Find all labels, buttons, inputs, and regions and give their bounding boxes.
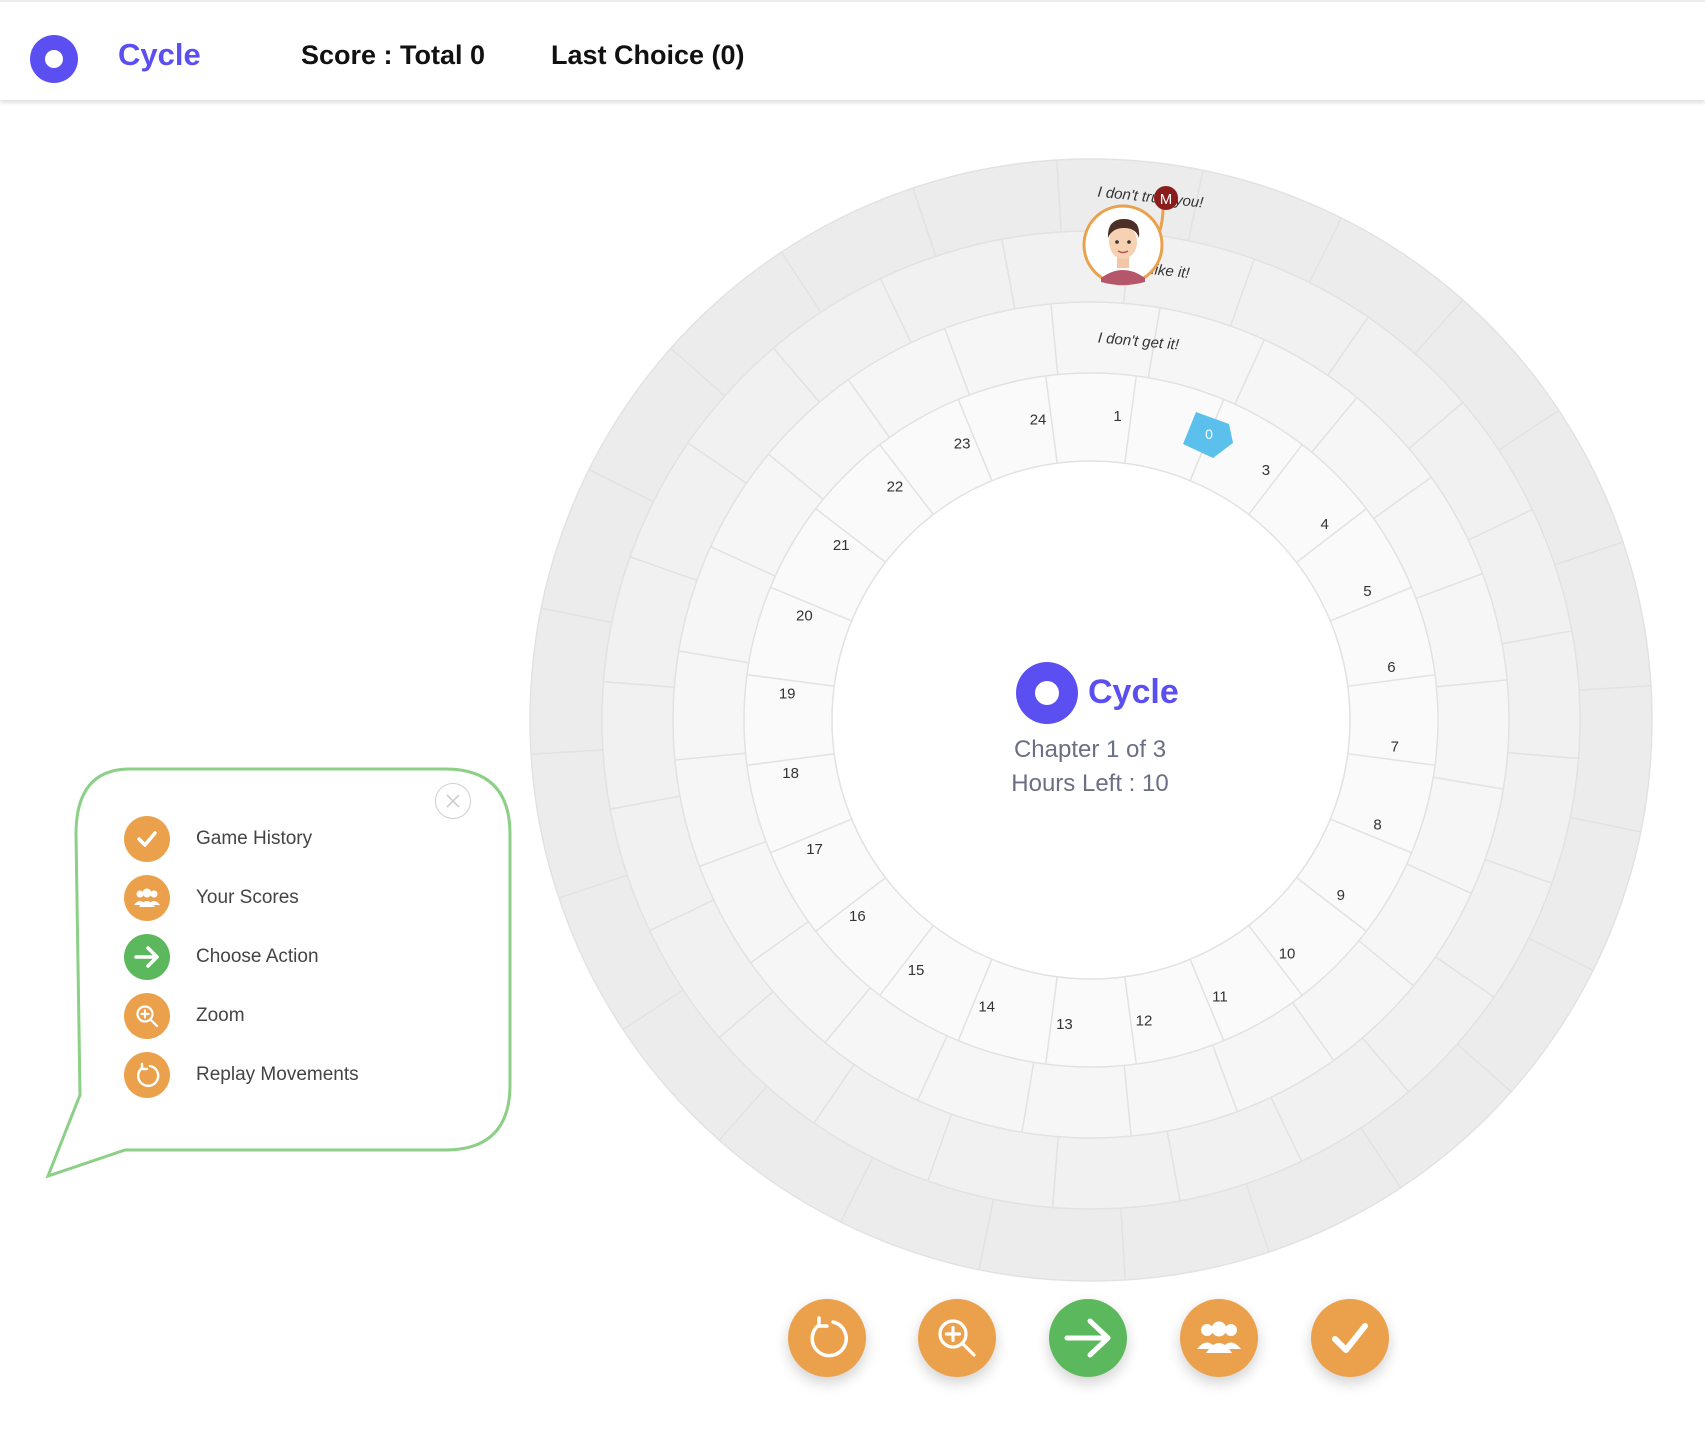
slot-number: 7 [1391, 739, 1399, 756]
legend-label-game-history: Game History [196, 828, 313, 849]
slot-number: 8 [1373, 816, 1381, 833]
game-history-button[interactable] [1311, 1299, 1389, 1377]
zoom-in-icon [938, 1319, 976, 1357]
slot-number: 9 [1337, 887, 1345, 904]
slot-number: 16 [849, 908, 866, 925]
legend-item-replay: Replay Movements [124, 1051, 359, 1099]
slot-number: 15 [908, 962, 925, 979]
slot-number: 18 [782, 765, 799, 782]
slot-number: 3 [1262, 462, 1270, 479]
legend-item-game-history: Game History [124, 815, 312, 863]
slot-number: 23 [954, 436, 971, 453]
slot-number: 21 [833, 537, 850, 554]
hours-left: Hours Left : 10 [1011, 770, 1169, 797]
slot-number: 22 [887, 478, 904, 495]
slot-number: 12 [1136, 1012, 1153, 1029]
legend-label-replay: Replay Movements [196, 1064, 359, 1085]
avatar-badge-letter: M [1160, 191, 1173, 208]
slot-number: 13 [1056, 1016, 1073, 1033]
legend-item-zoom: Zoom [124, 992, 245, 1040]
slot-number: 11 [1212, 988, 1228, 1005]
legend-label-your-scores: Your Scores [196, 887, 299, 908]
slot-number: 17 [806, 841, 823, 858]
slot-number: 1 [1113, 408, 1121, 425]
chapter-indicator: Chapter 1 of 3 [1013, 736, 1167, 763]
group-icon [1197, 1321, 1241, 1353]
replay-icon [810, 1316, 848, 1358]
scores-button[interactable] [1180, 1299, 1258, 1377]
center-title: Cycle [1088, 673, 1179, 711]
legend-label-zoom: Zoom [196, 1005, 245, 1026]
legend-item-your-scores: Your Scores [124, 874, 299, 922]
arrow-right-icon [1064, 1318, 1111, 1358]
check-icon [124, 816, 170, 862]
slot-number: 6 [1387, 659, 1395, 676]
replay-button[interactable] [788, 1299, 866, 1377]
slot-number: 5 [1363, 583, 1371, 600]
slot-number: 24 [1030, 412, 1047, 429]
group-icon [124, 875, 170, 921]
close-icon [446, 794, 460, 808]
legend-item-choose-action: Choose Action [124, 933, 319, 981]
zoom-button[interactable] [918, 1299, 996, 1377]
center-logo-icon [1016, 662, 1078, 724]
legend-close-button[interactable] [435, 783, 471, 819]
replay-icon [124, 1052, 170, 1098]
slot-number: 20 [796, 608, 813, 625]
slot-number: 10 [1279, 946, 1296, 963]
zoom-in-icon [124, 993, 170, 1039]
position-token-label: 0 [1205, 426, 1213, 442]
slot-number: 4 [1320, 516, 1328, 533]
legend-label-choose-action: Choose Action [196, 946, 319, 967]
center-disc [831, 460, 1351, 980]
choose-action-button[interactable] [1049, 1299, 1127, 1377]
slot-number: 14 [978, 999, 995, 1016]
legend-bubble [45, 767, 512, 1179]
slot-number: 19 [779, 685, 796, 702]
arrow-right-icon [124, 934, 170, 980]
check-icon [1332, 1323, 1368, 1353]
